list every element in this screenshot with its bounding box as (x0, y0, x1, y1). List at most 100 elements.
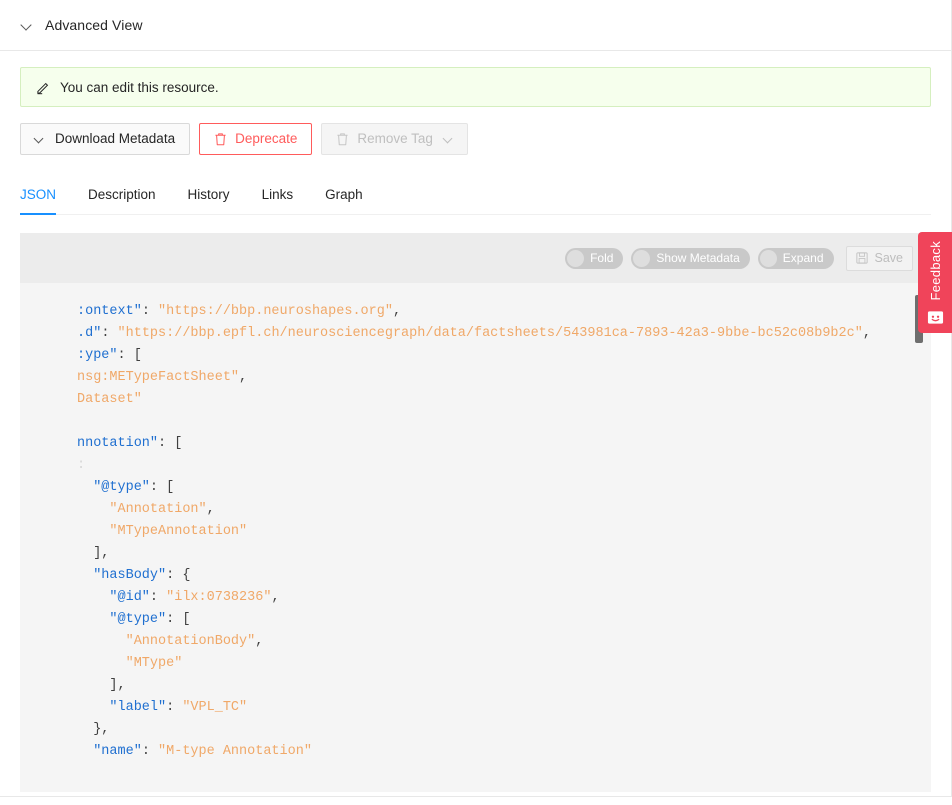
json-line: "name": "M-type Annotation" (20, 741, 931, 763)
fold-toggle-label: Fold (590, 251, 614, 265)
deprecate-button[interactable]: Deprecate (199, 123, 313, 155)
json-token: "hasBody" (93, 568, 167, 583)
expand-toggle-label: Expand (782, 251, 824, 265)
json-token: ], (77, 546, 110, 561)
deprecate-label: Deprecate (235, 131, 298, 147)
json-token: : (77, 458, 86, 473)
json-line: "Annotation", (20, 499, 931, 521)
json-token: "@id" (109, 590, 150, 605)
json-line: }, (20, 719, 931, 741)
json-code-content[interactable]: :ontext": "https://bbp.neuroshapes.org",… (20, 283, 931, 792)
json-token: "VPL_TC" (182, 700, 248, 715)
json-line: :ontext": "https://bbp.neuroshapes.org", (20, 301, 931, 323)
json-token: : (166, 700, 183, 715)
json-token: , (271, 590, 280, 605)
json-line (20, 411, 931, 433)
download-metadata-button[interactable]: Download Metadata (20, 123, 191, 155)
chevron-down-icon (22, 20, 33, 31)
json-token: :ype" (77, 348, 118, 363)
save-floppy-icon (855, 252, 868, 264)
feedback-label: Feedback (927, 241, 943, 301)
json-token: "label" (109, 700, 167, 715)
alert-message: You can edit this resource. (60, 79, 219, 95)
json-line: : (20, 455, 931, 477)
json-line: .d": "https://bbp.epfl.ch/neurosciencegr… (20, 323, 931, 345)
json-line: ], (20, 543, 931, 565)
json-token: nnotation" (77, 436, 159, 451)
save-label: Save (874, 251, 904, 265)
json-token: "MTypeAnnotation" (109, 524, 248, 539)
advanced-view-card: Advanced View You can edit this resource… (0, 0, 952, 797)
json-line: ], (20, 675, 931, 697)
toggle-knob (633, 249, 651, 267)
json-token: "Annotation" (109, 502, 207, 517)
json-token: "AnnotationBody" (125, 634, 256, 649)
edit-pencil-icon (37, 82, 49, 94)
remove-tag-label: Remove Tag (357, 131, 433, 147)
json-token: "MType" (125, 656, 183, 671)
json-line: "MTypeAnnotation" (20, 521, 931, 543)
json-token: : (101, 326, 118, 341)
fold-toggle[interactable]: Fold (565, 247, 624, 269)
tab-json[interactable]: JSON (20, 187, 57, 215)
json-token: : (141, 304, 159, 319)
json-line: "@type": [ (20, 477, 931, 499)
show-metadata-toggle[interactable]: Show Metadata (631, 247, 750, 269)
tab-links[interactable]: Links (262, 187, 294, 214)
toggle-knob (759, 249, 777, 267)
json-line: Dataset" (20, 389, 931, 411)
show-metadata-toggle-label: Show Metadata (656, 251, 740, 265)
chevron-down-icon (35, 135, 44, 144)
toggle-knob (567, 249, 585, 267)
json-token: : [ (149, 480, 175, 495)
expand-toggle[interactable]: Expand (757, 247, 834, 269)
json-token: "https://bbp.epfl.ch/neurosciencegraph/d… (117, 326, 863, 341)
json-token: }, (77, 722, 110, 737)
remove-tag-button[interactable]: Remove Tag (321, 123, 468, 155)
json-token: "@type" (93, 480, 150, 495)
chevron-down-icon (444, 135, 453, 144)
json-line: "AnnotationBody", (20, 631, 931, 653)
download-metadata-label: Download Metadata (55, 131, 176, 147)
json-token: .d" (77, 326, 102, 341)
trash-icon (337, 133, 348, 146)
json-line: "hasBody": { (20, 565, 931, 587)
json-token: , (392, 304, 402, 319)
json-token: :ontext" (77, 304, 142, 319)
json-token: Dataset" (77, 392, 142, 407)
json-token: "name" (93, 744, 142, 759)
json-scrollbar[interactable] (915, 295, 923, 777)
json-token: ], (77, 678, 126, 693)
save-button[interactable]: Save (845, 245, 913, 271)
json-token: : [ (158, 436, 183, 451)
json-token: "ilx:0738236" (166, 590, 272, 605)
json-line: "@id": "ilx:0738236", (20, 587, 931, 609)
action-buttons: Download Metadata Deprecate Remove Tag (20, 123, 931, 155)
trash-icon (215, 133, 226, 146)
tab-graph[interactable]: Graph (325, 187, 363, 214)
tab-history[interactable]: History (188, 187, 230, 214)
tab-description[interactable]: Description (88, 187, 156, 214)
json-token: , (862, 326, 871, 341)
edit-permission-alert: You can edit this resource. (20, 67, 931, 107)
json-viewer: Fold Show Metadata Expand Save:ontext":… (20, 233, 931, 792)
json-line: "@type": [ (20, 609, 931, 631)
advanced-view-header[interactable]: Advanced View (0, 0, 951, 51)
json-token: : [ (166, 612, 191, 627)
page-title: Advanced View (45, 17, 143, 33)
smiley-face-icon (927, 310, 943, 324)
json-token: : [ (117, 348, 142, 363)
json-line: nsg:METypeFactSheet", (20, 367, 931, 389)
json-token: nsg:METypeFactSheet" (77, 370, 240, 385)
json-token: : (141, 744, 159, 759)
feedback-tab[interactable]: Feedback (918, 232, 952, 333)
json-line: "MType" (20, 653, 931, 675)
